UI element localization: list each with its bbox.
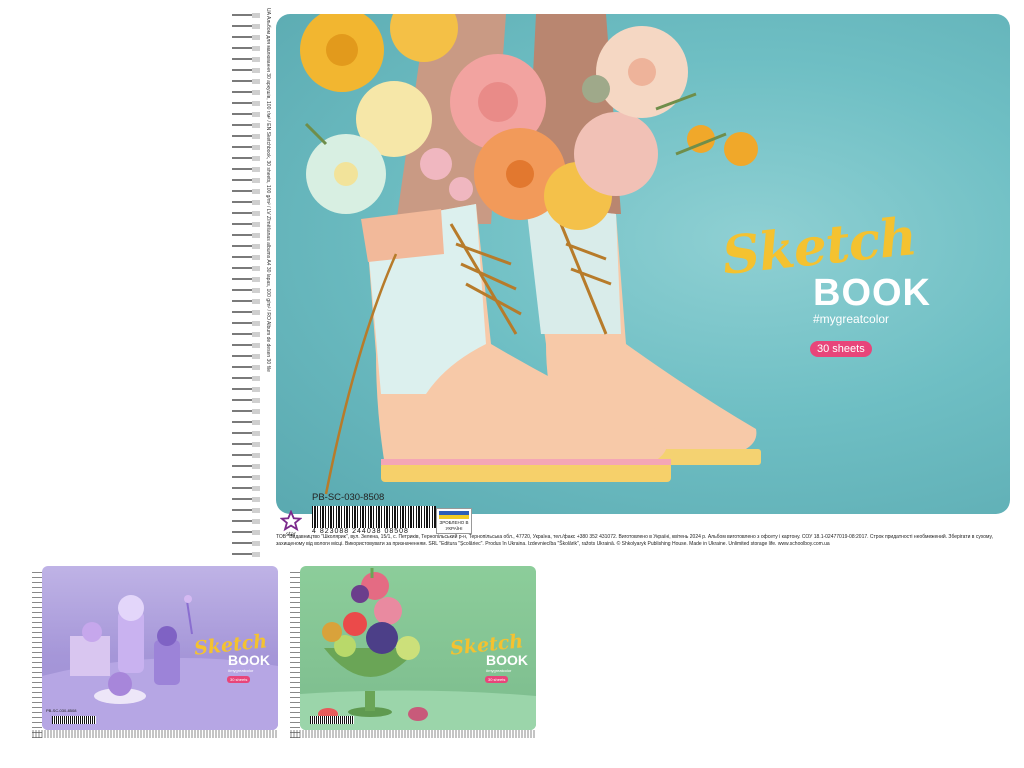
legal-text-block [290, 730, 536, 738]
title-book: BOOK [813, 272, 931, 314]
cover-image: Sketch BOOK #mygreatcolor 30 sheets [276, 14, 1010, 514]
spiral-binding [232, 10, 260, 558]
spiral-binding [32, 570, 42, 738]
title-book: BOOK [486, 652, 528, 668]
barcode [52, 716, 96, 724]
side-info-strip: UA Альбом для малювання 30 аркушів, 100 … [262, 8, 274, 544]
ukraine-flag-icon [439, 511, 469, 519]
tagline: #mygreatcolor [228, 668, 254, 673]
cover-image: Sketch BOOK #mygreatcolor 30 sheets [42, 566, 278, 730]
side-info-text: UA Альбом для малювання 30 аркушів, 100 … [265, 8, 271, 372]
tagline: #mygreatcolor [813, 312, 890, 326]
made-in-ukraine-text: ЗРОБЛЕНО В УКРАЇНІ [439, 520, 469, 531]
cover-image: Sketch BOOK #mygreatcolor 30 sheets [300, 566, 536, 730]
sketchbook-main: UA Альбом для малювання 30 аркушів, 100 … [232, 4, 1020, 560]
barcode [312, 506, 436, 528]
sheets-badge: 30 sheets [485, 676, 509, 683]
product-code: PB-SC-030-8508 [312, 492, 385, 503]
thumbnail-purple[interactable]: Sketch BOOK #mygreatcolor 30 sheets PB-S… [32, 566, 278, 738]
sheets-badge: 30 sheets [227, 676, 251, 683]
legal-text-block [32, 730, 278, 738]
thumbnail-green[interactable]: Sketch BOOK #mygreatcolor 30 sheets [290, 566, 536, 738]
legal-text: ТОВ "Видавництво "Школярик", вул. Зелена… [276, 534, 993, 547]
sheets-badge: 30 sheets [810, 341, 872, 357]
made-in-ukraine-badge: ЗРОБЛЕНО В УКРАЇНІ [436, 508, 472, 534]
product-code: PB-SC-030-8508 [46, 708, 77, 713]
star-logo-icon [280, 510, 302, 532]
barcode [310, 716, 354, 724]
spiral-binding [290, 570, 300, 738]
tagline: #mygreatcolor [486, 668, 512, 673]
title-book: BOOK [228, 652, 270, 668]
